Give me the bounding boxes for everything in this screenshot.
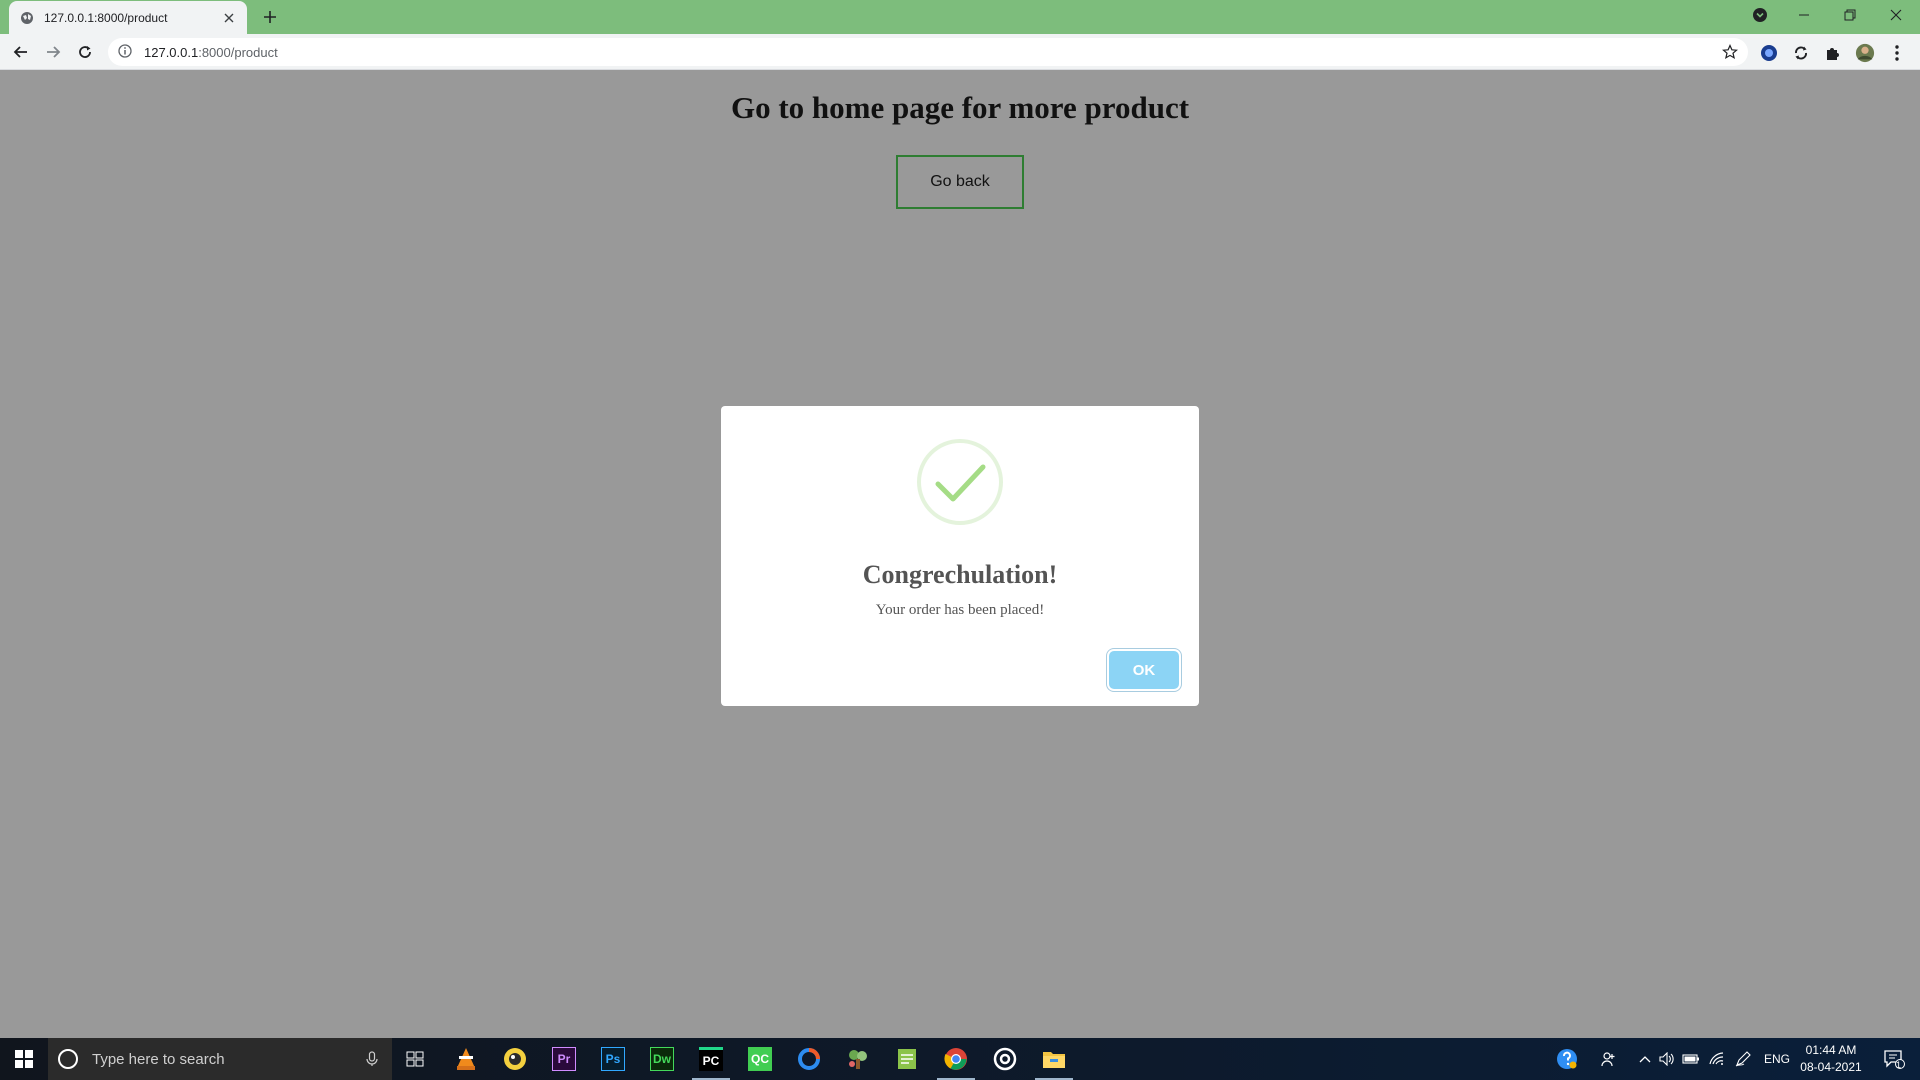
- browser-tab-strip: 127.0.0.1:8000/product: [0, 0, 1920, 34]
- success-modal: Congrechulation! Your order has been pla…: [721, 406, 1199, 706]
- close-window-icon[interactable]: [1874, 0, 1918, 30]
- premiere-pro-icon[interactable]: Pr: [541, 1041, 587, 1077]
- file-explorer-icon[interactable]: [1031, 1041, 1077, 1080]
- tree-app-icon[interactable]: [835, 1041, 881, 1077]
- pen-ink-icon[interactable]: [1732, 1038, 1754, 1080]
- qt-label: QC: [748, 1047, 772, 1071]
- success-check-icon: [917, 439, 1003, 525]
- yellow-app-icon[interactable]: [492, 1041, 538, 1077]
- profile-avatar[interactable]: [1855, 43, 1875, 63]
- dreamweaver-label: Dw: [650, 1047, 674, 1071]
- reload-icon[interactable]: [73, 40, 97, 64]
- language-indicator[interactable]: ENG: [1760, 1038, 1794, 1080]
- browser-toolbar: 127.0.0.1:8000/product: [0, 34, 1920, 70]
- forward-arrow-icon[interactable]: [41, 40, 65, 64]
- battery-icon[interactable]: [1680, 1038, 1702, 1080]
- notifications-icon[interactable]: 1: [1876, 1038, 1912, 1080]
- url-path: :8000/product: [198, 44, 278, 60]
- tab-search-icon[interactable]: [1738, 0, 1782, 30]
- restore-icon[interactable]: [1828, 0, 1872, 30]
- search-placeholder: Type here to search: [92, 1050, 225, 1068]
- blue-ring-app-icon[interactable]: [786, 1041, 832, 1077]
- windows-start-icon[interactable]: [0, 1038, 48, 1080]
- wifi-icon[interactable]: [1706, 1038, 1728, 1080]
- volume-icon[interactable]: [1656, 1038, 1678, 1080]
- premiere-label: Pr: [552, 1047, 576, 1071]
- modal-title: Congrechulation!: [862, 560, 1058, 589]
- notification-count: 1: [1896, 1060, 1902, 1070]
- chevron-up-icon[interactable]: [1634, 1038, 1656, 1080]
- photoshop-icon[interactable]: Ps: [590, 1041, 636, 1077]
- pycharm-label: PC: [699, 1047, 723, 1071]
- page-heading: Go to home page for more product: [730, 90, 1190, 125]
- vlc-icon[interactable]: [443, 1041, 489, 1077]
- clock-date: 08-04-2021: [1800, 1060, 1862, 1074]
- qt-creator-icon[interactable]: QC: [737, 1041, 783, 1077]
- taskbar-clock[interactable]: 01:44 AM 08-04-2021: [1792, 1042, 1870, 1076]
- puzzle-extensions-icon[interactable]: [1823, 43, 1843, 63]
- bookmark-star-icon[interactable]: [1720, 42, 1740, 62]
- browser-menu-icon[interactable]: [1887, 43, 1907, 63]
- back-arrow-icon[interactable]: [9, 40, 33, 64]
- go-back-button[interactable]: Go back: [896, 155, 1024, 209]
- site-info-icon[interactable]: [118, 44, 134, 60]
- microphone-icon[interactable]: [362, 1049, 382, 1069]
- ok-button[interactable]: OK: [1109, 651, 1179, 689]
- target-app-icon[interactable]: [982, 1041, 1028, 1077]
- new-tab-plus-icon[interactable]: [260, 7, 280, 27]
- clock-time: 01:44 AM: [1805, 1043, 1857, 1057]
- dreamweaver-icon[interactable]: Dw: [639, 1041, 685, 1077]
- pycharm-icon[interactable]: PC: [688, 1041, 734, 1080]
- chrome-icon[interactable]: [933, 1041, 979, 1080]
- modal-message: Your order has been placed!: [875, 602, 1045, 618]
- url-host: 127.0.0.1: [144, 44, 199, 60]
- tab-product[interactable]: 127.0.0.1:8000/product: [9, 1, 247, 34]
- task-view-icon[interactable]: [392, 1041, 438, 1077]
- cortana-circle-icon: [58, 1049, 78, 1069]
- sync-extension-icon[interactable]: [1791, 43, 1811, 63]
- help-icon[interactable]: [1552, 1038, 1582, 1080]
- address-bar[interactable]: 127.0.0.1:8000/product: [108, 38, 1748, 66]
- notepad-app-icon[interactable]: [884, 1041, 930, 1077]
- people-icon[interactable]: [1596, 1038, 1622, 1080]
- tab-title: 127.0.0.1:8000/product: [44, 10, 168, 25]
- minimize-icon[interactable]: [1782, 0, 1826, 30]
- url-text: 127.0.0.1:8000/product: [144, 45, 1720, 60]
- tab-close-icon[interactable]: [221, 10, 237, 26]
- windows-taskbar: Type here to search Pr Ps Dw PC QC ENG 0…: [0, 1038, 1920, 1080]
- taskbar-search-box[interactable]: Type here to search: [48, 1038, 392, 1080]
- extension-badge-icon[interactable]: [1759, 43, 1779, 63]
- globe-icon: [20, 11, 34, 25]
- photoshop-label: Ps: [601, 1047, 625, 1071]
- page-body: Go to home page for more product Go back…: [0, 70, 1920, 1038]
